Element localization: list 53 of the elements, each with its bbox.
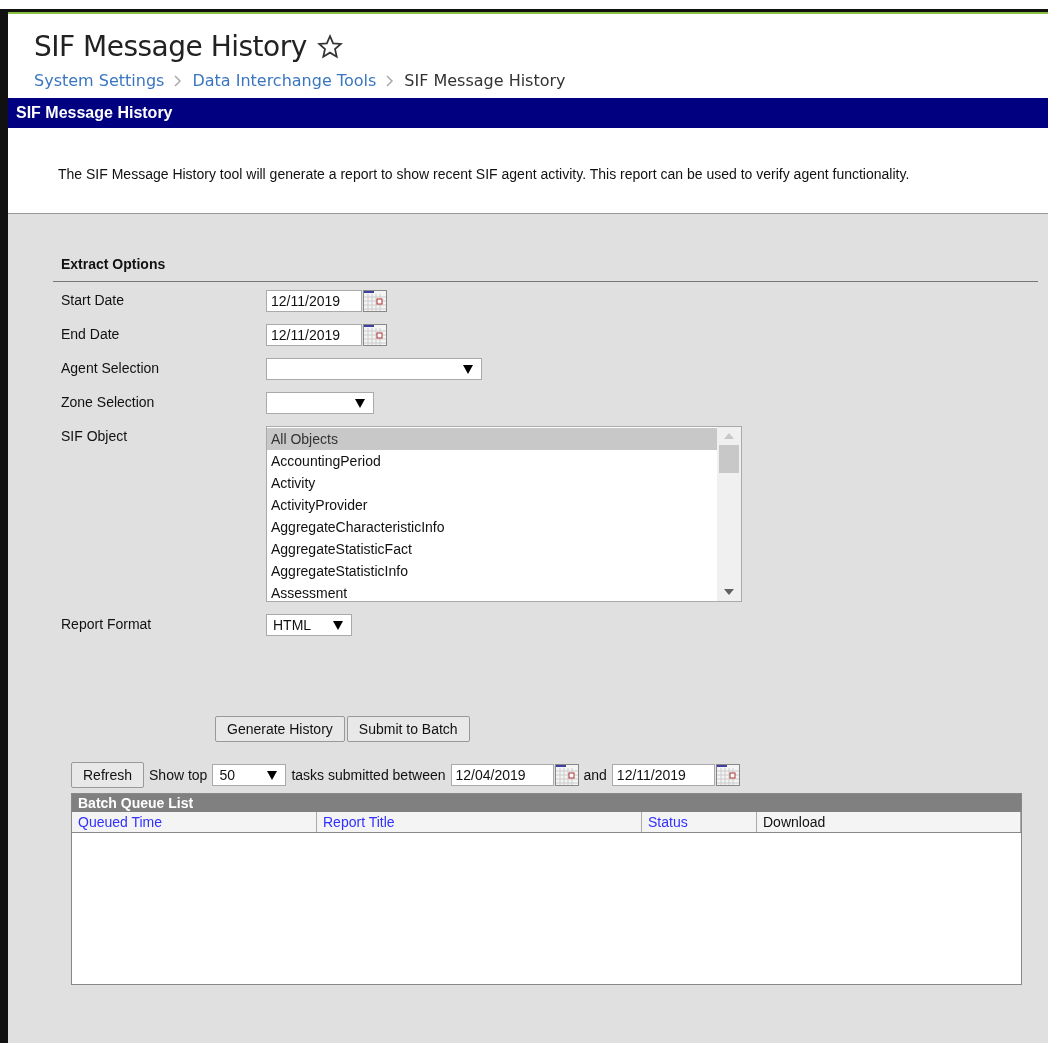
- caret-icon: [267, 769, 278, 780]
- date-field[interactable]: 12/11/2019: [266, 289, 362, 312]
- object-list[interactable]: All Objects AccountingPeriod Activity ActivityProvider AggregateCharacteristicInfo AggregateStatisticFact AggregateStatisticInfo Assessment: [266, 425, 742, 602]
- caret-icon: [463, 363, 473, 374]
- list-option[interactable]: ActivityProvider: [267, 493, 717, 516]
- calendar-icon[interactable]: [363, 289, 387, 312]
- field-label: Agent Selection: [61, 358, 161, 376]
- field-label: Report Format: [61, 614, 153, 632]
- caret-icon: [355, 397, 365, 408]
- scrollbar[interactable]: [717, 426, 741, 601]
- calendar-icon[interactable]: [363, 323, 387, 346]
- scroll-thumb[interactable]: [719, 444, 739, 473]
- list-option[interactable]: AggregateStatisticInfo: [267, 559, 717, 582]
- list-option[interactable]: All Objects: [267, 427, 717, 450]
- field-label: End Date: [61, 324, 121, 342]
- date-field[interactable]: 12/04/2019: [450, 763, 554, 786]
- breadcrumb-link[interactable]: Data Interchange Tools: [192, 71, 377, 90]
- refresh-button[interactable]: Refresh: [71, 761, 145, 788]
- scroll-down-icon[interactable]: [724, 588, 734, 595]
- calendar-icon[interactable]: [715, 763, 740, 786]
- action-button[interactable]: Generate History: [215, 715, 345, 742]
- field-label: SIF Object: [61, 426, 129, 444]
- calendar-icon[interactable]: [554, 763, 579, 786]
- breadcrumb-current: SIF Message History: [404, 71, 566, 90]
- panel-header: SIF Message History: [8, 98, 1048, 128]
- column-header[interactable]: Report Title: [317, 811, 642, 832]
- field-label: Start Date: [61, 290, 126, 308]
- between-label: tasks submitted between: [291, 766, 446, 783]
- date-field[interactable]: 12/11/2019: [266, 323, 362, 346]
- and-label: and: [583, 766, 607, 783]
- show-top-label: Show top: [149, 766, 208, 783]
- dropdown[interactable]: HTML: [266, 613, 352, 636]
- description-text: The SIF Message History tool will generate a report to show recent SIF agent activity. This report can be used to verify agent functionality.: [58, 166, 911, 183]
- column-header[interactable]: Queued Time: [72, 811, 317, 832]
- column-header[interactable]: Status: [642, 811, 757, 832]
- date-field[interactable]: 12/11/2019: [611, 763, 715, 786]
- list-option[interactable]: AggregateStatisticFact: [267, 537, 717, 560]
- top-count-dropdown[interactable]: 50: [212, 763, 287, 786]
- breadcrumb-link[interactable]: System Settings: [34, 71, 165, 90]
- section-title: Extract Options: [53, 255, 1038, 282]
- page-title: SIF Message History: [34, 30, 307, 63]
- star-icon[interactable]: [316, 33, 343, 60]
- field-label: Zone Selection: [61, 392, 156, 410]
- list-option[interactable]: Activity: [267, 471, 717, 494]
- column-header: Download: [757, 811, 1021, 832]
- chevron-icon: [174, 74, 183, 87]
- list-option[interactable]: Assessment: [267, 581, 717, 604]
- action-button[interactable]: Submit to Batch: [346, 715, 470, 742]
- list-option[interactable]: AggregateCharacteristicInfo: [267, 515, 717, 538]
- list-option[interactable]: AccountingPeriod: [267, 449, 717, 472]
- caret-icon: [333, 619, 343, 630]
- table-title: Batch Queue List: [72, 793, 1021, 812]
- chevron-icon: [386, 74, 395, 87]
